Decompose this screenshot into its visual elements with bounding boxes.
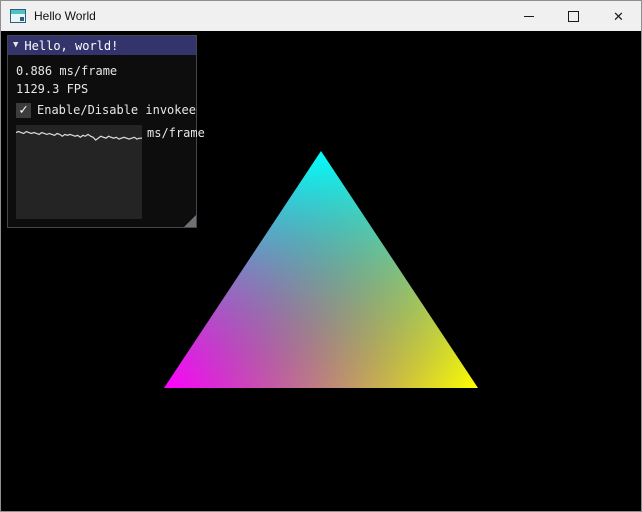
- invokee-checkbox-row[interactable]: ✓ Enable/Disable invokee: [16, 101, 196, 119]
- window-title: Hello World: [34, 9, 96, 23]
- fps-text: 1129.3 FPS: [16, 82, 89, 96]
- ms-per-frame-text: 0.886 ms/frame: [16, 64, 118, 78]
- imgui-titlebar[interactable]: ▼ Hello, world!: [8, 36, 196, 55]
- resize-grip[interactable]: [184, 215, 196, 227]
- plot-row: ms/frame: [16, 125, 205, 219]
- invokee-checkbox[interactable]: ✓: [16, 102, 31, 118]
- imgui-window: ▼ Hello, world! 0.886 ms/frame 1129.3 FP…: [7, 35, 205, 228]
- app-window: Hello World ✕ ▼ Hello, world! 0.886 ms/f…: [0, 0, 642, 512]
- close-icon: ✕: [613, 8, 624, 24]
- plot-line-svg: [16, 130, 142, 141]
- plot-label: ms/frame: [147, 126, 205, 140]
- maximize-button[interactable]: [551, 1, 596, 31]
- close-button[interactable]: ✕: [596, 1, 641, 31]
- window-titlebar[interactable]: Hello World ✕: [1, 1, 641, 31]
- app-icon-dot: [20, 17, 24, 21]
- app-icon[interactable]: [10, 9, 26, 23]
- plot-line: [16, 130, 142, 141]
- maximize-icon: [568, 10, 579, 22]
- app-icon-top: [11, 10, 25, 14]
- imgui-body: 0.886 ms/frame 1129.3 FPS ✓ Enable/Disab…: [8, 55, 205, 227]
- triangle-layer-right: [164, 151, 478, 388]
- invokee-checkbox-label: Enable/Disable invokee: [37, 103, 196, 117]
- frame-time-plot: [16, 125, 142, 219]
- check-icon: ✓: [19, 102, 28, 118]
- imgui-title: Hello, world!: [24, 38, 119, 53]
- collapse-arrow-icon[interactable]: ▼: [13, 41, 18, 50]
- render-viewport: ▼ Hello, world! 0.886 ms/frame 1129.3 FP…: [1, 31, 641, 511]
- minimize-icon: [523, 15, 534, 17]
- minimize-button[interactable]: [506, 1, 551, 31]
